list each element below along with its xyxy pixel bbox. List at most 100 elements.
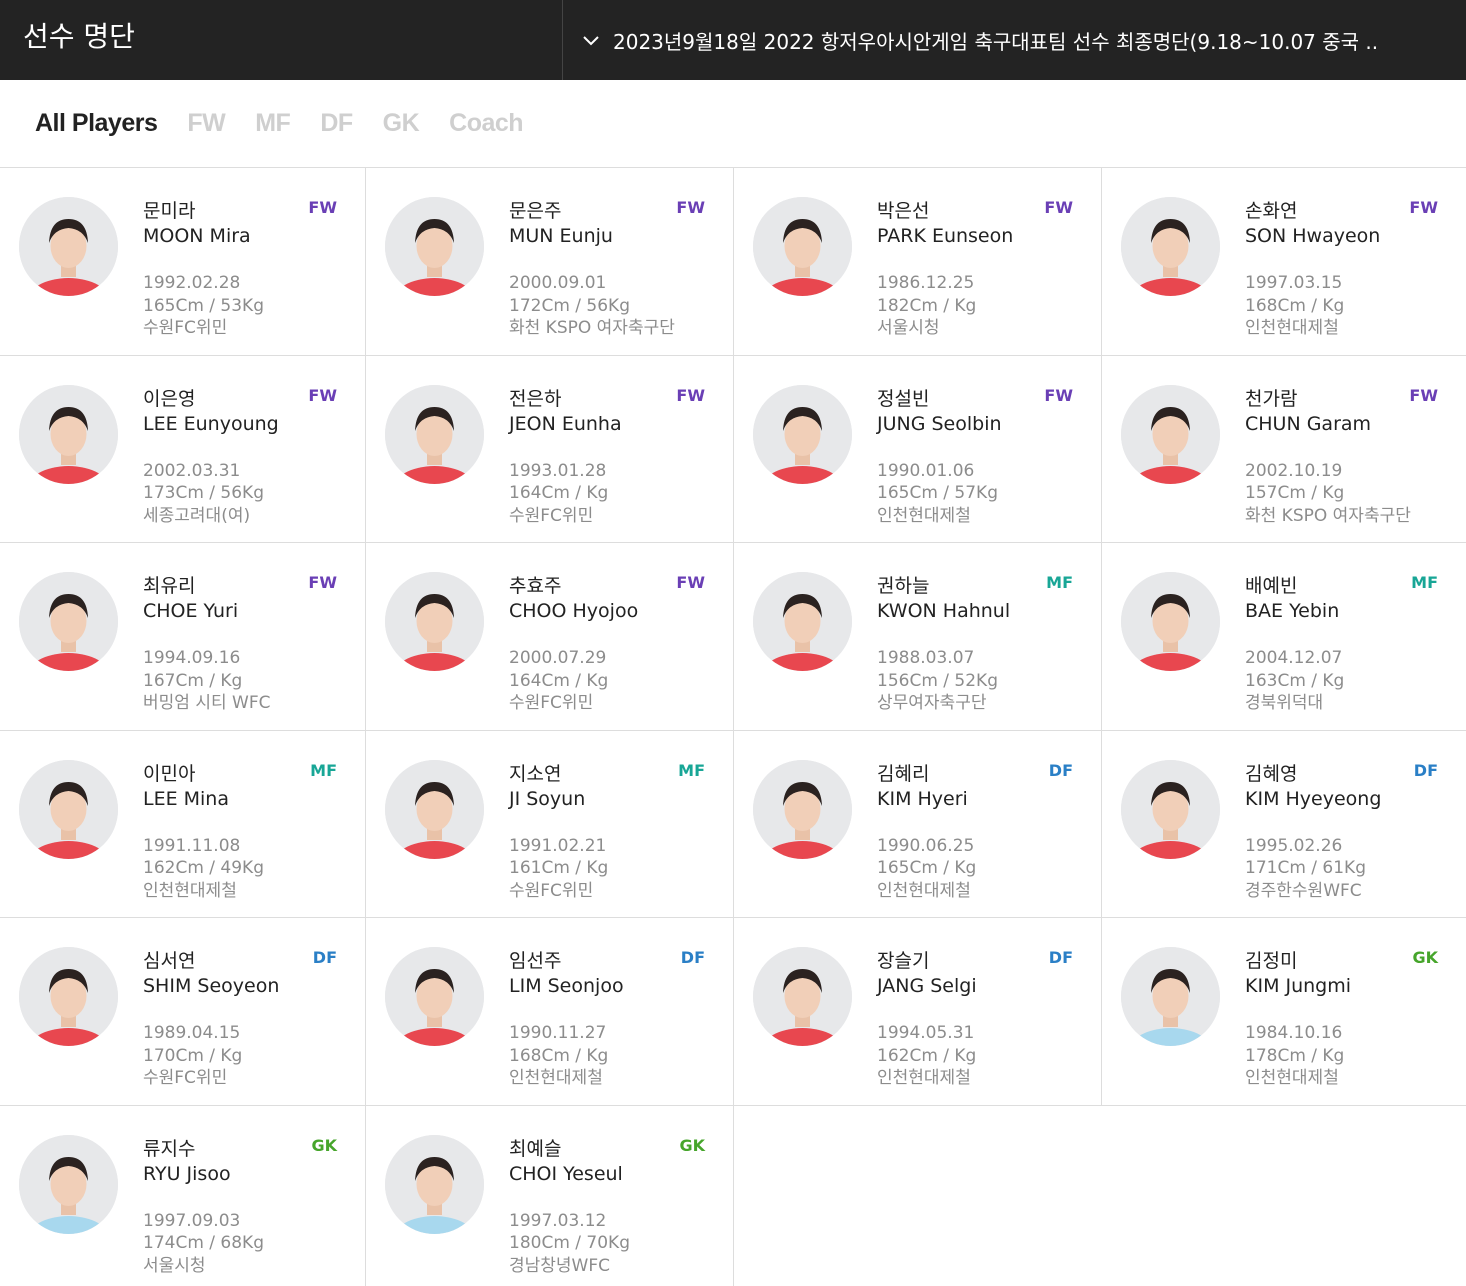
player-info: 지소연 JI Soyun 1991.02.21 161Cm / Kg 수원FC위… (509, 762, 608, 903)
player-club: 서울시청 (877, 318, 940, 338)
player-birthdate: 2002.03.31 (143, 460, 241, 481)
player-birthdate: 1993.01.28 (509, 460, 607, 481)
position-badge: DF (1048, 760, 1073, 780)
player-club: 인천현대제철 (877, 505, 971, 526)
player-info: 추효주 CHOO Hyojoo 2000.07.29 164Cm / Kg 수원… (509, 574, 638, 715)
player-birthdate: 2002.10.19 (1245, 460, 1343, 481)
player-card[interactable]: 박은선 PARK Eunseon 1986.12.25 182Cm / Kg 서… (734, 168, 1102, 356)
page-title: 선수 명단 (0, 0, 563, 80)
player-card[interactable]: 천가람 CHUN Garam 2002.10.19 157Cm / Kg 화천 … (1102, 356, 1466, 543)
tab-all-players[interactable]: All Players (35, 109, 158, 138)
position-badge: MF (310, 760, 337, 780)
position-badge: GK (311, 1135, 337, 1155)
tab-fw[interactable]: FW (187, 109, 225, 138)
player-card[interactable]: 이민아 LEE Mina 1991.11.08 162Cm / 49Kg 인천현… (0, 730, 366, 918)
player-card[interactable]: 권하늘 KWON Hahnul 1988.03.07 156Cm / 52Kg … (734, 543, 1102, 731)
player-birthdate: 1991.11.08 (143, 835, 241, 856)
tab-gk[interactable]: GK (383, 109, 420, 138)
player-height-weight: 164Cm / Kg (509, 670, 609, 691)
player-card[interactable]: 정설빈 JUNG Seolbin 1990.01.06 165Cm / 57Kg… (734, 355, 1102, 543)
player-club: 경남창녕WFC (509, 1255, 611, 1276)
player-card[interactable]: 류지수 RYU Jisoo 1997.09.03 174Cm / 68Kg 서울… (0, 1105, 366, 1286)
player-info: 김혜영 KIM Hyeyeong 1995.02.26 171Cm / 61Kg… (1245, 762, 1381, 903)
player-card[interactable]: 김혜영 KIM Hyeyeong 1995.02.26 171Cm / 61Kg… (1102, 731, 1466, 918)
player-photo (753, 947, 852, 1046)
player-birthdate: 1995.02.26 (1245, 835, 1343, 856)
tab-df[interactable]: DF (320, 109, 353, 138)
player-height-weight: 165Cm / 53Kg (143, 295, 264, 316)
player-card[interactable]: 이은영 LEE Eunyoung 2002.03.31 173Cm / 56Kg… (0, 355, 366, 543)
player-name-english: JI Soyun (509, 787, 586, 810)
player-birthdate: 1988.03.07 (877, 648, 975, 668)
player-name-english: PARK Eunseon (877, 225, 1014, 247)
player-info: 전은하 JEON Eunha 1993.01.28 164Cm / Kg 수원F… (509, 387, 622, 528)
player-photo (385, 384, 484, 484)
player-club: 경북위덕대 (1245, 693, 1324, 713)
player-card[interactable]: 손화연 SON Hwayeon 1997.03.15 168Cm / Kg 인천… (1102, 168, 1466, 356)
player-name-english: LEE Eunyoung (143, 412, 279, 435)
player-card[interactable]: 지소연 JI Soyun 1991.02.21 161Cm / Kg 수원FC위… (366, 730, 734, 918)
player-card[interactable]: 김정미 KIM Jungmi 1984.10.16 178Cm / Kg 인천현… (1102, 918, 1466, 1106)
player-name-korean: 손화연 (1245, 200, 1298, 222)
player-card[interactable]: 임선주 LIM Seonjoo 1990.11.27 168Cm / Kg 인천… (366, 918, 734, 1106)
player-name-english: MOON Mira (143, 225, 251, 247)
player-info: 배예빈 BAE Yebin 2004.12.07 163Cm / Kg 경북위덕… (1245, 574, 1344, 715)
player-name-korean: 박은선 (877, 200, 930, 222)
player-name-english: KIM Jungmi (1245, 975, 1352, 997)
position-badge: FW (308, 198, 337, 217)
player-height-weight: 167Cm / Kg (143, 670, 243, 691)
position-badge: FW (1409, 198, 1438, 217)
player-card[interactable]: 김혜리 KIM Hyeri 1990.06.25 165Cm / Kg 인천현대… (734, 730, 1102, 918)
player-name-korean: 최예슬 (509, 1137, 562, 1160)
player-name-korean: 문미라 (143, 200, 196, 222)
player-card[interactable]: 전은하 JEON Eunha 1993.01.28 164Cm / Kg 수원F… (366, 355, 734, 543)
player-birthdate: 1991.02.21 (509, 835, 607, 856)
player-card[interactable]: 문미라 MOON Mira 1992.02.28 165Cm / 53Kg 수원… (0, 168, 366, 356)
player-photo (19, 759, 118, 859)
player-photo (385, 947, 484, 1046)
player-name-english: JEON Eunha (509, 412, 622, 435)
player-info: 류지수 RYU Jisoo 1997.09.03 174Cm / 68Kg 서울… (143, 1137, 264, 1278)
player-name-english: JUNG Seolbin (877, 412, 1002, 435)
player-birthdate: 1990.11.27 (509, 1023, 607, 1043)
player-height-weight: 162Cm / 49Kg (143, 858, 264, 878)
tab-mf[interactable]: MF (255, 109, 291, 138)
position-badge: GK (1412, 948, 1438, 967)
player-card[interactable]: 심서연 SHIM Seoyeon 1989.04.15 170Cm / Kg 수… (0, 918, 366, 1106)
player-card[interactable]: 장슬기 JANG Selgi 1994.05.31 162Cm / Kg 인천현… (734, 918, 1102, 1106)
player-club: 수원FC위민 (509, 693, 594, 713)
position-filter-tabs: All Players FW MF DF GK Coach (0, 80, 1466, 168)
player-photo (1121, 759, 1220, 859)
player-birthdate: 1997.03.15 (1245, 273, 1343, 293)
player-name-korean: 정설빈 (877, 387, 930, 410)
player-birthdate: 1997.09.03 (143, 1210, 241, 1231)
player-name-english: KWON Hahnul (877, 600, 1011, 622)
player-photo (1121, 947, 1220, 1046)
player-birthdate: 1986.12.25 (877, 273, 975, 293)
position-badge: MF (678, 760, 705, 780)
player-card[interactable]: 문은주 MUN Eunju 2000.09.01 172Cm / 56Kg 화천… (366, 168, 734, 356)
player-card[interactable]: 최유리 CHOE Yuri 1994.09.16 167Cm / Kg 버밍엄 … (0, 543, 366, 731)
player-card[interactable]: 배예빈 BAE Yebin 2004.12.07 163Cm / Kg 경북위덕… (1102, 543, 1466, 731)
player-name-english: KIM Hyeri (877, 787, 968, 810)
player-birthdate: 2000.07.29 (509, 648, 607, 668)
player-birthdate: 1992.02.28 (143, 273, 241, 293)
player-card[interactable]: 최예슬 CHOI Yeseul 1997.03.12 180Cm / 70Kg … (366, 1105, 734, 1286)
player-name-korean: 김혜리 (877, 762, 930, 785)
player-height-weight: 168Cm / Kg (1245, 295, 1345, 316)
position-badge: FW (676, 198, 705, 217)
roster-selector-dropdown[interactable]: 2023년9월18일 2022 항저우아시안게임 축구대표팀 선수 최종명단(9… (563, 0, 1466, 80)
player-name-english: JANG Selgi (877, 975, 977, 997)
position-badge: MF (1046, 573, 1073, 592)
player-photo (19, 572, 118, 671)
position-badge: DF (1048, 948, 1073, 967)
player-card[interactable]: 추효주 CHOO Hyojoo 2000.07.29 164Cm / Kg 수원… (366, 543, 734, 731)
player-height-weight: 182Cm / Kg (877, 295, 977, 316)
player-name-korean: 이민아 (143, 762, 196, 785)
player-club: 인천현대제철 (877, 880, 971, 901)
player-club: 수원FC위민 (143, 1068, 228, 1088)
player-name-english: SON Hwayeon (1245, 225, 1381, 247)
tab-coach[interactable]: Coach (449, 109, 523, 138)
player-name-korean: 권하늘 (877, 575, 930, 597)
position-badge: GK (679, 1135, 705, 1155)
